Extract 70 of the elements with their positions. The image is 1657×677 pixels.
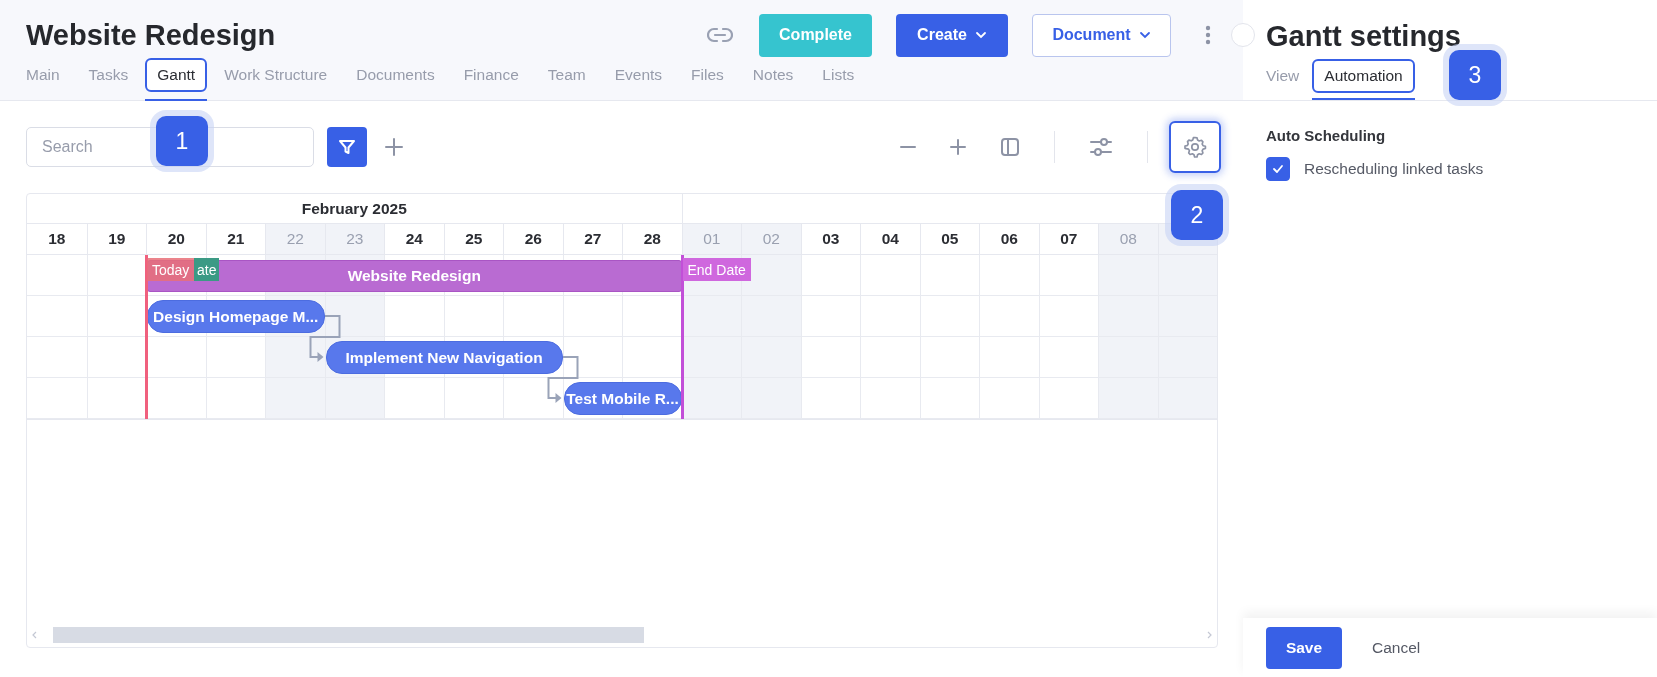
day-header: 05 — [919, 224, 979, 254]
chevron-down-icon — [1138, 31, 1151, 39]
day-header: 23 — [324, 224, 384, 254]
day-header: 25 — [443, 224, 503, 254]
step-badge: 3 — [1449, 50, 1501, 100]
add-icon[interactable] — [384, 137, 404, 157]
tab[interactable]: Work Structure — [212, 58, 340, 101]
cancel-button[interactable]: Cancel — [1352, 638, 1441, 657]
check-icon — [1272, 164, 1284, 174]
tab[interactable]: Events — [602, 58, 675, 101]
grid-cell — [562, 337, 622, 378]
day-header: 27 — [562, 224, 622, 254]
day-header: 18 — [47, 229, 67, 249]
day-header: 02 — [741, 224, 801, 254]
tab[interactable]: Main — [24, 58, 72, 101]
grid-cell — [324, 296, 384, 337]
tab[interactable]: Files — [679, 58, 736, 101]
create-button[interactable]: Create — [896, 13, 1008, 57]
task-bar[interactable]: Test Mobile R... — [563, 382, 682, 415]
day-header: 19 — [86, 224, 146, 254]
tab[interactable]: Finance — [451, 58, 531, 101]
checkbox[interactable] — [1266, 157, 1290, 181]
start-date-label: ate — [194, 258, 220, 281]
chevron-down-icon — [974, 31, 987, 39]
tab[interactable]: Lists — [810, 58, 867, 101]
step-badge: 1 — [156, 116, 208, 166]
grid-cell — [681, 337, 741, 378]
document-button[interactable]: Document — [1032, 13, 1171, 57]
day-header: 04 — [860, 224, 920, 254]
day-header: 20 — [146, 224, 206, 254]
day-header: 24 — [384, 224, 444, 254]
more-icon[interactable] — [1205, 25, 1211, 45]
panel-icon[interactable] — [1000, 137, 1020, 157]
zoom-out-icon[interactable] — [900, 145, 916, 149]
day-header: 01 — [681, 224, 741, 254]
link-icon[interactable] — [707, 27, 733, 43]
month-label: February 2025 — [300, 198, 408, 219]
grid-cell — [265, 337, 325, 378]
tab[interactable]: Tasks — [76, 58, 141, 101]
day-header: 08 — [1098, 224, 1158, 254]
option-label: Rescheduling linked tasks — [1304, 160, 1484, 178]
day-header: 22 — [265, 224, 325, 254]
today-label: Today — [147, 258, 195, 281]
task-bar[interactable]: Implement New Navigation — [325, 341, 563, 374]
tab[interactable]: Notes — [740, 58, 806, 101]
settings-icon — [1183, 135, 1207, 159]
section-title: Auto Scheduling — [1266, 127, 1387, 144]
project-title: Website Redesign — [26, 18, 277, 52]
scroll-right-icon[interactable] — [1207, 631, 1213, 639]
tab[interactable]: View — [1266, 59, 1312, 100]
tab[interactable]: Team — [535, 58, 598, 101]
day-header: 06 — [979, 224, 1039, 254]
end-date-label: End Date — [682, 258, 751, 281]
scroll-left-icon[interactable] — [31, 631, 37, 639]
sliders-icon[interactable] — [1089, 136, 1113, 158]
tab[interactable]: Automation — [1312, 59, 1415, 100]
filter-button[interactable] — [327, 127, 367, 167]
complete-button[interactable]: Complete — [759, 13, 872, 57]
grid-cell — [681, 296, 741, 337]
save-button[interactable]: Save — [1266, 626, 1342, 669]
day-header: 26 — [503, 224, 563, 254]
zoom-in-icon[interactable] — [950, 139, 966, 155]
tab[interactable]: Documents — [344, 58, 447, 101]
task-bar[interactable]: Design Homepage M... — [147, 300, 325, 333]
filter-icon — [338, 138, 356, 156]
settings-button[interactable] — [1169, 121, 1221, 173]
day-header: 03 — [800, 224, 860, 254]
tab[interactable]: Gantt — [145, 58, 208, 101]
step-badge: 2 — [1171, 190, 1223, 240]
day-header: 28 — [622, 224, 682, 254]
